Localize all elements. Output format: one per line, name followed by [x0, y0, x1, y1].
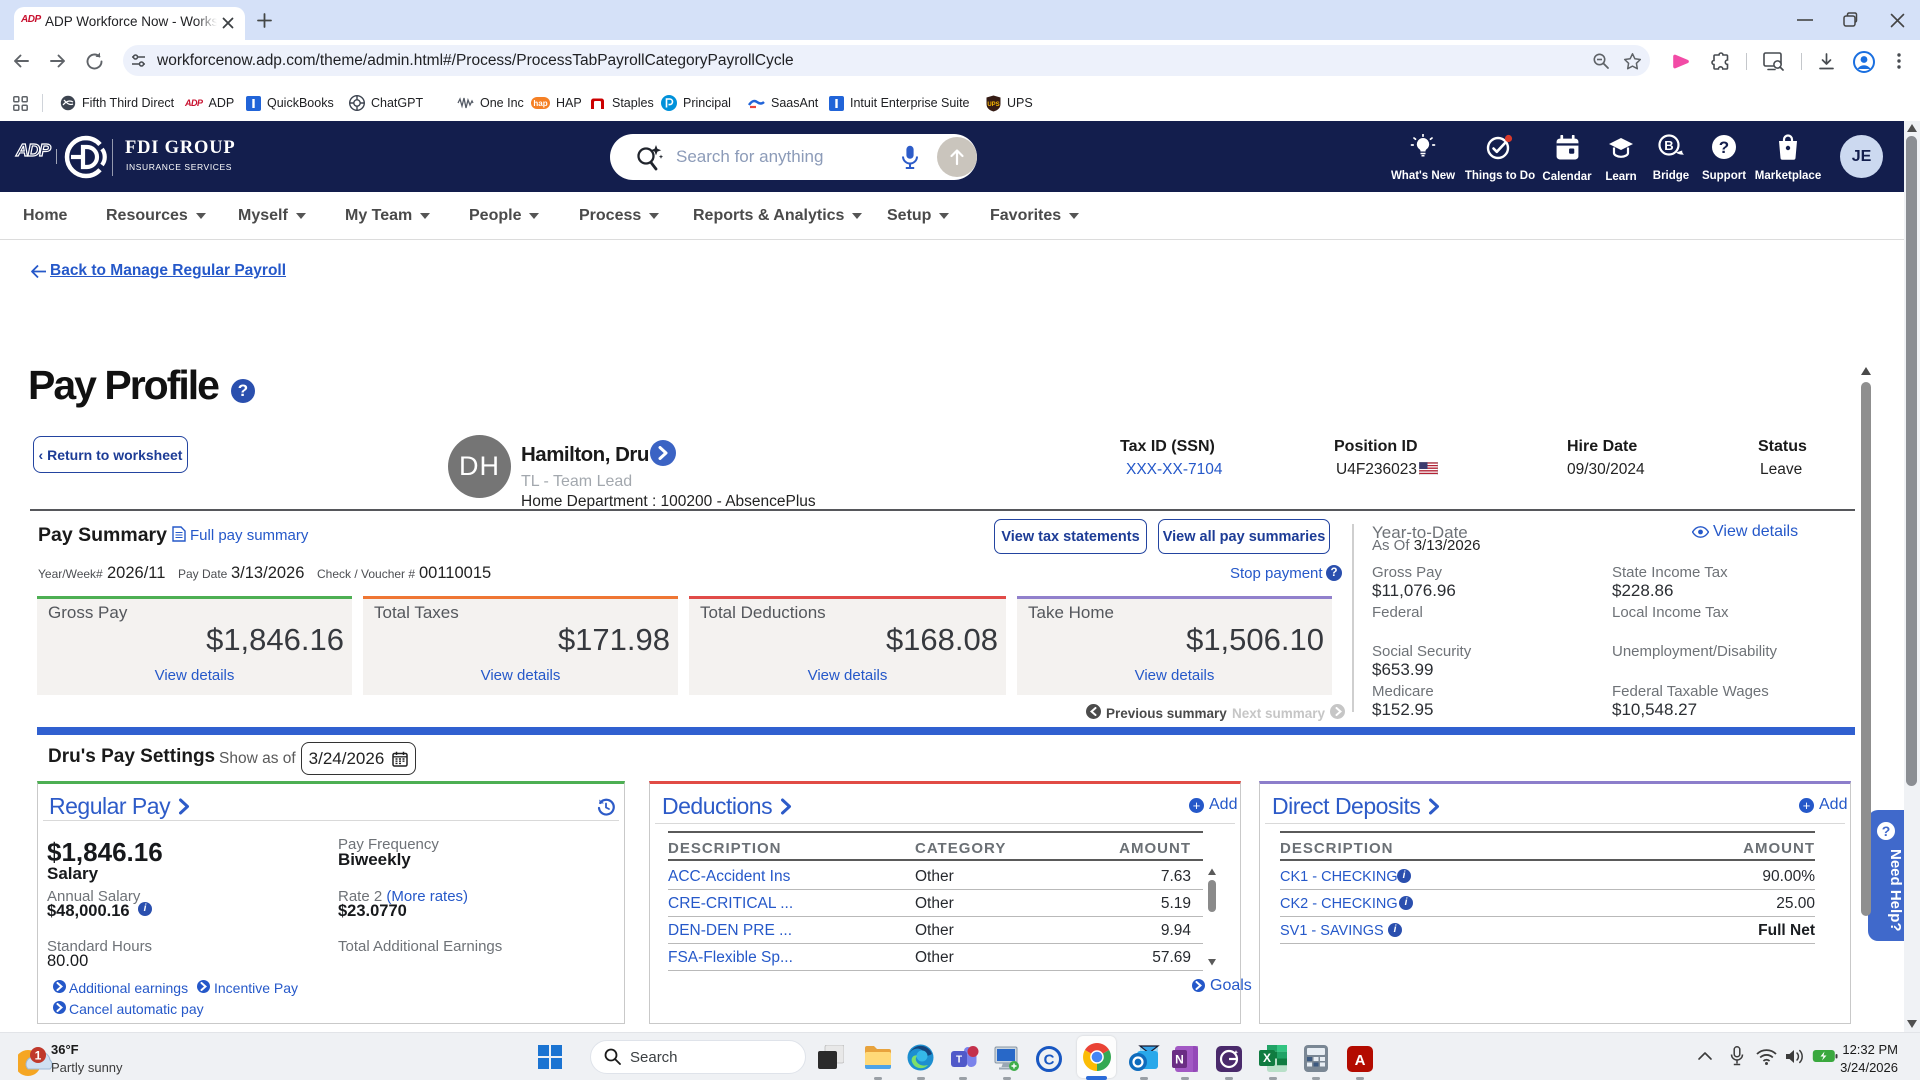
svg-text:A: A: [1355, 1052, 1366, 1069]
svg-text:1: 1: [35, 1049, 42, 1063]
svg-text:N: N: [1175, 1053, 1184, 1067]
svg-text:T: T: [956, 1055, 962, 1066]
svg-text:X: X: [1263, 1051, 1271, 1065]
svg-text:hap: hap: [533, 99, 547, 108]
svg-text:C: C: [1044, 1052, 1055, 1069]
svg-text:UPS: UPS: [987, 102, 999, 108]
svg-text:?: ?: [1719, 138, 1729, 157]
